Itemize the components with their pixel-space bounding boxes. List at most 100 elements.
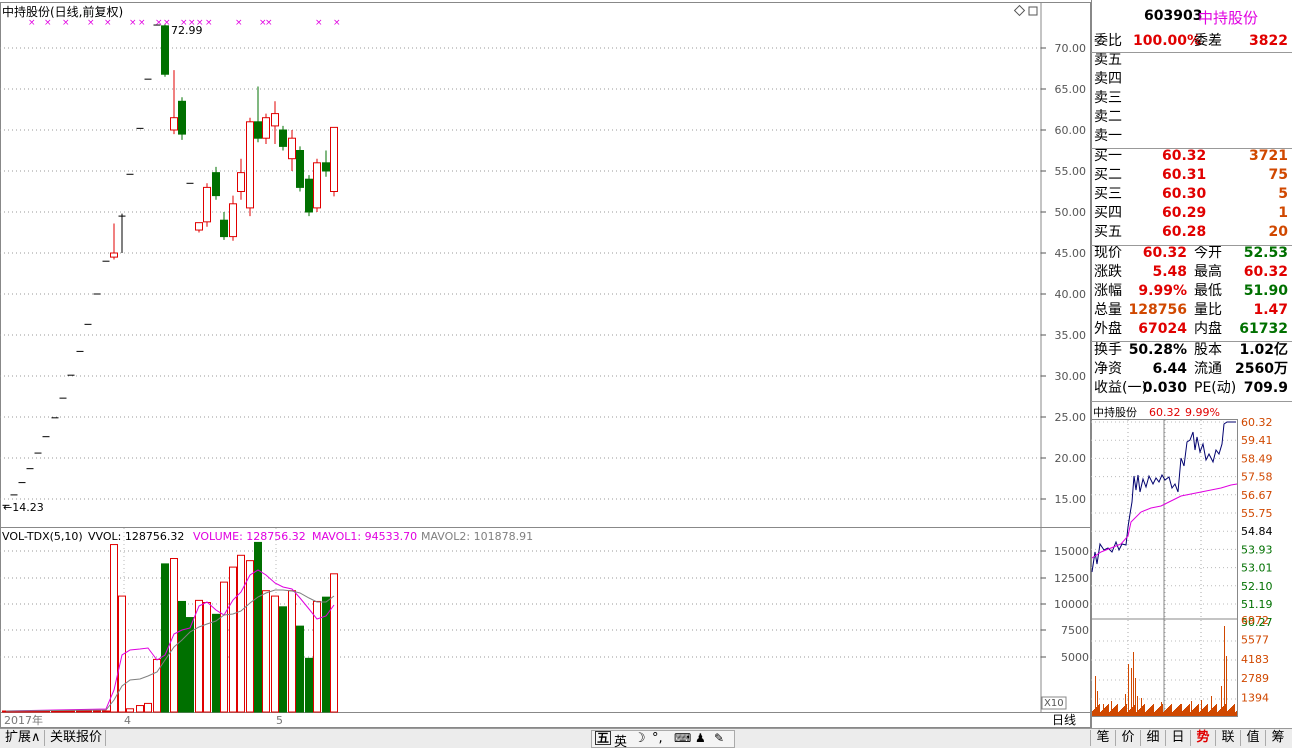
volume-bar[interactable] <box>51 710 59 713</box>
candle[interactable] <box>296 146 304 192</box>
candle[interactable] <box>271 101 279 144</box>
candle[interactable] <box>237 158 245 200</box>
volume-bar[interactable] <box>153 658 161 713</box>
candle[interactable] <box>279 125 287 151</box>
volume-bar[interactable] <box>67 710 75 713</box>
volume-bar[interactable] <box>42 710 50 713</box>
buy-row[interactable]: 买四 60.29 1 <box>1094 204 1290 223</box>
volume-bar[interactable] <box>246 560 254 713</box>
volume-bar[interactable] <box>76 710 84 713</box>
candle[interactable] <box>322 150 330 177</box>
volume-bar[interactable] <box>93 710 101 713</box>
buy-row[interactable]: 买二 60.31 75 <box>1094 166 1290 185</box>
price-tick: 15.00 <box>1055 493 1087 506</box>
page-tab[interactable]: 价 <box>1115 730 1140 746</box>
minute-grid <box>1091 419 1238 717</box>
volume-bar[interactable] <box>84 710 92 713</box>
square-icon[interactable] <box>1028 6 1038 16</box>
volume-bar[interactable] <box>279 606 287 713</box>
volume-bar[interactable] <box>203 602 211 713</box>
volume-bar[interactable] <box>288 590 296 713</box>
kline-title: 中持股份(日线,前复权) <box>2 4 123 19</box>
candle[interactable] <box>195 222 203 233</box>
limit-mark: × <box>315 18 323 28</box>
page-tab[interactable]: 细 <box>1140 730 1165 746</box>
candle[interactable] <box>203 183 211 227</box>
moon-icon[interactable]: ☽ <box>634 731 646 746</box>
price-tick: 60.00 <box>1055 124 1087 137</box>
candle[interactable] <box>305 175 313 217</box>
price-tick: 70.00 <box>1055 42 1087 55</box>
page-tab[interactable]: 筹 <box>1265 730 1290 746</box>
volume-bar[interactable] <box>144 702 152 713</box>
stat-row: 外盘 67024 内盘 61732 <box>1094 321 1288 337</box>
volume-bar[interactable] <box>161 563 169 713</box>
volume-bar[interactable] <box>178 600 186 713</box>
volume-bar[interactable] <box>102 710 110 713</box>
candle[interactable] <box>288 130 296 171</box>
page-tab[interactable]: 势 <box>1190 730 1215 746</box>
minute-name: 中持股份 <box>1093 405 1137 419</box>
volume-bar[interactable] <box>136 705 144 713</box>
candle[interactable] <box>220 212 228 240</box>
volume-bar[interactable] <box>322 596 330 713</box>
limit-mark: × <box>62 18 70 28</box>
page-tab[interactable]: 笔 <box>1090 730 1115 746</box>
limit-mark: × <box>138 18 146 28</box>
candle[interactable] <box>212 166 220 200</box>
candle[interactable] <box>246 117 254 217</box>
expand-button[interactable]: 扩展∧ <box>2 730 45 746</box>
high-label: 72.99 <box>171 24 203 37</box>
status-bar: 扩展∧ 关联报价 五 英 ☽ °, ⌨ ♟ ✎ 笔价细日势联值筹 <box>0 728 1292 750</box>
volume-bar[interactable] <box>262 590 270 713</box>
punct-icon[interactable]: °, <box>652 731 663 746</box>
volume-bar[interactable] <box>330 573 338 713</box>
limit-mark: × <box>129 18 137 28</box>
volume-bar[interactable] <box>126 708 134 713</box>
minute-vol-tick: 6972 <box>1241 614 1269 627</box>
buy-row[interactable]: 买三 60.30 5 <box>1094 185 1290 204</box>
candle[interactable] <box>330 126 338 197</box>
price-tick: 65.00 <box>1055 83 1087 96</box>
minute-chart[interactable]: 中持股份 60.32 9.99% 60.32 59.41 58.49 57.58 56.… <box>1091 402 1292 728</box>
volume-bar[interactable] <box>271 595 279 713</box>
candle[interactable] <box>110 223 118 260</box>
buy-row[interactable]: 买五 60.28 20 <box>1094 223 1290 242</box>
candle[interactable] <box>161 24 169 77</box>
page-tab[interactable]: 联 <box>1215 730 1240 746</box>
candle[interactable] <box>313 158 321 212</box>
volume-bar[interactable] <box>237 554 245 713</box>
volume-bars[interactable] <box>2 541 338 713</box>
volume-bar[interactable] <box>212 613 220 713</box>
candle[interactable] <box>254 86 262 143</box>
diamond-icon[interactable] <box>1013 4 1026 17</box>
period-label[interactable]: 日线 <box>1052 713 1076 727</box>
volume-bar[interactable] <box>254 541 262 713</box>
candle[interactable] <box>170 70 178 135</box>
user-icon[interactable]: ♟ <box>695 731 706 745</box>
volume-bar[interactable] <box>229 566 237 713</box>
volume-bar[interactable] <box>220 581 228 713</box>
candlesticks[interactable] <box>2 24 338 506</box>
ime-toolbar[interactable]: 五 英 ☽ °, ⌨ ♟ ✎ <box>591 730 735 750</box>
candle[interactable] <box>178 97 186 140</box>
volume-bar[interactable] <box>110 544 118 713</box>
volume-tick: 10000 <box>1054 598 1089 611</box>
candle[interactable] <box>118 213 126 253</box>
wrench-icon[interactable]: ✎ <box>714 731 724 745</box>
buy-row[interactable]: 买一 60.32 3721 <box>1094 147 1290 166</box>
ime-lang[interactable]: 英 <box>614 731 627 750</box>
volume-bar[interactable] <box>305 657 313 713</box>
volume-bar[interactable] <box>195 599 203 713</box>
page-tab[interactable]: 值 <box>1240 730 1265 746</box>
related-quote-button[interactable]: 关联报价 <box>47 730 107 746</box>
date-year: 2017年 <box>4 713 43 727</box>
candle[interactable] <box>229 195 237 241</box>
sell-row: 卖四 <box>1094 71 1122 87</box>
keyboard-icon[interactable]: ⌨ <box>674 731 691 745</box>
mavol1-value: MAVOL1: 94533.70 <box>312 530 417 543</box>
volume-bar[interactable] <box>296 625 304 713</box>
candle[interactable] <box>262 113 270 144</box>
page-tab[interactable]: 日 <box>1165 730 1190 746</box>
volume-bar[interactable] <box>59 710 67 713</box>
